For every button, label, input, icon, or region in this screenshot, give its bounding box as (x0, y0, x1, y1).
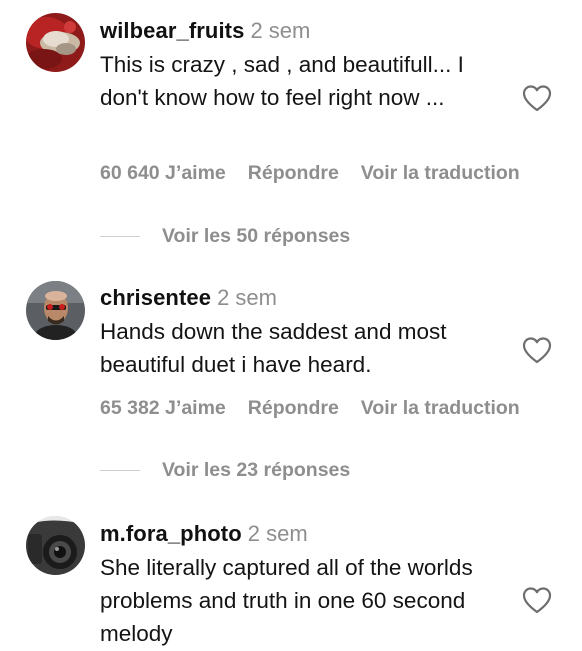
username[interactable]: wilbear_fruits (100, 18, 244, 43)
username[interactable]: chrisentee (100, 285, 211, 310)
likes-count[interactable]: 60 640 J’aime (100, 161, 226, 185)
heart-outline-icon (522, 337, 552, 364)
avatar-image (26, 516, 85, 575)
timestamp[interactable]: 2 sem (250, 18, 310, 43)
comment-actions: 65 382 J’aime Répondre Voir la traduction (100, 396, 520, 420)
timestamp[interactable]: 2 sem (217, 285, 277, 310)
heart-outline-icon (522, 587, 552, 614)
avatar[interactable] (26, 13, 85, 72)
like-button[interactable] (521, 336, 553, 364)
replies-divider (100, 470, 140, 471)
avatar[interactable] (26, 281, 85, 340)
comment-header: wilbear_fruits 2 sem (100, 18, 310, 44)
translate-button[interactable]: Voir la traduction (361, 161, 520, 185)
comment-text: This is crazy , sad , and beautifull... … (100, 52, 464, 110)
avatar-image (26, 281, 85, 340)
view-replies-button[interactable]: Voir les 23 réponses (100, 458, 400, 482)
likes-count[interactable]: 65 382 J’aime (100, 396, 226, 420)
view-replies-label: Voir les 23 réponses (162, 459, 351, 481)
reply-button[interactable]: Répondre (248, 396, 339, 420)
comment-text: Hands down the saddest and most beautifu… (100, 319, 447, 377)
view-replies-button[interactable]: Voir les 50 réponses (100, 224, 400, 248)
username[interactable]: m.fora_photo (100, 521, 242, 546)
translate-button[interactable]: Voir la traduction (361, 396, 520, 420)
reply-button[interactable]: Répondre (248, 161, 339, 185)
comment-text: She literally captured all of the worlds… (100, 555, 473, 646)
comment-item: chrisentee 2 sem Hands down the saddest a… (0, 260, 582, 500)
comment-actions: 60 640 J’aime Répondre Voir la traduction (100, 161, 520, 185)
avatar[interactable] (26, 516, 85, 575)
avatar-image (26, 13, 85, 72)
comment-item: m.fora_photo 2 sem She literally captured… (0, 500, 582, 651)
comment-header: chrisentee 2 sem (100, 285, 277, 311)
comment-header: m.fora_photo 2 sem (100, 521, 308, 547)
like-button[interactable] (521, 84, 553, 112)
heart-outline-icon (522, 85, 552, 112)
replies-divider (100, 236, 140, 237)
view-replies-label: Voir les 50 réponses (162, 225, 351, 247)
comment-item: wilbear_fruits 2 sem This is crazy , sad … (0, 0, 582, 260)
timestamp[interactable]: 2 sem (248, 521, 308, 546)
like-button[interactable] (521, 586, 553, 614)
